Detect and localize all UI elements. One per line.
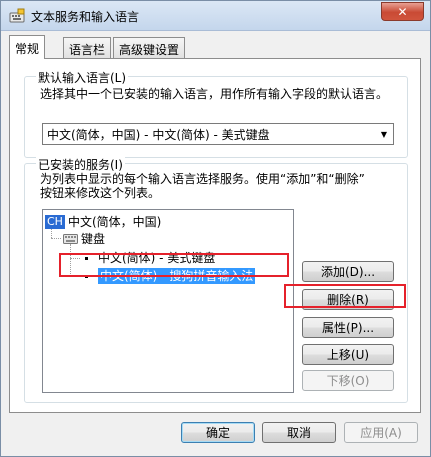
keyboard-settings-icon (9, 8, 25, 23)
properties-button[interactable]: 属性(P)... (302, 317, 394, 338)
apply-button[interactable]: 应用(A) (344, 422, 418, 443)
dropdown-arrow-icon[interactable]: ▼ (375, 130, 393, 139)
tab-general[interactable]: 常规 (9, 35, 46, 59)
annotation-highlight-selected-service (59, 253, 289, 277)
keyboard-icon (63, 234, 78, 244)
default-language-description: 选择其中一个已安装的输入语言，用作所有输入字段的默认语言。 (40, 87, 389, 101)
installed-services-description-line1: 为列表中显示的每个输入语言选择服务。使用“添加”和“删除” (40, 172, 365, 186)
tree-keyboard-label: 键盘 (81, 232, 106, 246)
default-language-dropdown[interactable]: 中文(简体，中国) - 中文(简体) - 美式键盘 ▼ (42, 123, 394, 145)
language-badge: CH (45, 215, 65, 229)
tree-language-label: 中文(简体，中国) (67, 215, 162, 229)
services-tree[interactable]: CH 中文(简体，中国) 键盘 中文(简体) - 美式键盘 中文(简体) - 搜… (42, 209, 294, 393)
default-language-label: 默认输入语言(L) (36, 69, 129, 86)
move-down-button[interactable]: 下移(O) (302, 370, 394, 391)
installed-services-label: 已安装的服务(I) (36, 156, 125, 173)
default-language-value: 中文(简体，中国) - 中文(简体) - 美式键盘 (47, 127, 270, 142)
tree-connector (51, 238, 61, 239)
tree-keyboard-node[interactable]: 键盘 (63, 231, 105, 247)
annotation-highlight-remove-button (284, 284, 406, 308)
dialog-window: 文本服务和输入语言 ✕ 常规 语言栏 高级键设置 默认输入语言(L) 选择其中一… (0, 0, 431, 457)
add-button[interactable]: 添加(D)... (302, 261, 394, 282)
tab-advanced-key-settings[interactable]: 高级键设置 (113, 37, 186, 58)
installed-services-description-line2: 按钮来修改这个列表。 (40, 186, 161, 200)
cancel-button[interactable]: 取消 (262, 422, 336, 443)
move-up-button[interactable]: 上移(U) (302, 344, 394, 365)
tab-panel-general: 默认输入语言(L) 选择其中一个已安装的输入语言，用作所有输入字段的默认语言。 … (9, 58, 421, 413)
ok-button[interactable]: 确定 (181, 422, 255, 443)
tree-language-node[interactable]: CH 中文(简体，中国) (45, 214, 161, 230)
window-title: 文本服务和输入语言 (31, 10, 140, 24)
tab-language-bar[interactable]: 语言栏 (63, 37, 112, 58)
close-button[interactable]: ✕ (381, 2, 424, 21)
title-bar[interactable]: 文本服务和输入语言 ✕ (1, 1, 430, 31)
